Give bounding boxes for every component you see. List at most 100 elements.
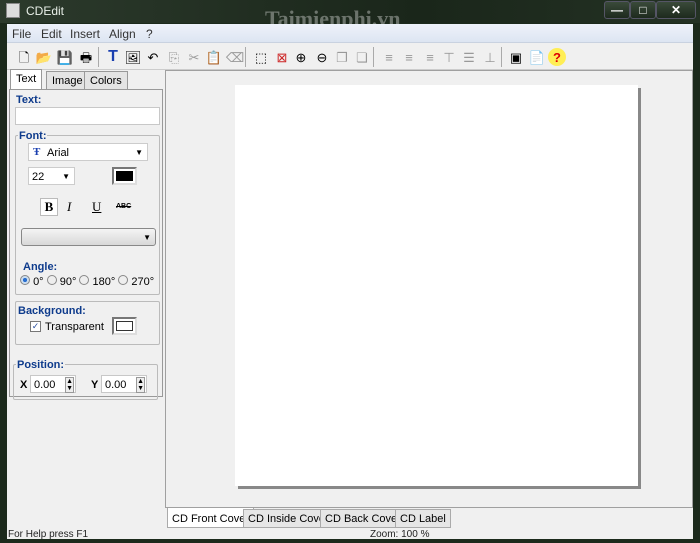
bold-button[interactable]: B bbox=[40, 198, 58, 216]
angle-0-radio[interactable] bbox=[20, 275, 30, 285]
tab-cd-front-cover[interactable]: CD Front Cover bbox=[167, 508, 255, 528]
menu-insert[interactable]: Insert bbox=[70, 27, 100, 41]
angle-180-label: 180° bbox=[92, 276, 116, 288]
font-name-value: Arial bbox=[47, 147, 70, 159]
x-position-input[interactable]: 0.00 ▲ ▼ bbox=[30, 375, 76, 393]
strikethrough-button[interactable]: ABC bbox=[116, 203, 131, 210]
image-properties-icon[interactable]: ▣ bbox=[507, 48, 525, 66]
chevron-down-icon: ▼ bbox=[62, 172, 70, 181]
angle-90-label: 90° bbox=[59, 276, 77, 288]
x-value: 0.00 bbox=[34, 379, 56, 391]
position-label: Position: bbox=[16, 359, 66, 371]
close-button[interactable]: ✕ bbox=[656, 1, 696, 19]
align-right-icon[interactable]: ≡ bbox=[421, 48, 439, 66]
angle-radio-group: 0° 90° 180° 270° bbox=[20, 275, 154, 288]
x-label: X bbox=[20, 379, 28, 391]
tab-cd-back-cover[interactable]: CD Back Cover bbox=[320, 509, 406, 528]
tab-colors[interactable]: Colors bbox=[84, 71, 128, 89]
undo-icon[interactable]: ↶ bbox=[144, 48, 162, 66]
transparent-label: Transparent bbox=[45, 321, 104, 333]
effect-dropdown[interactable]: ▼ bbox=[21, 228, 156, 246]
italic-button[interactable]: I bbox=[67, 199, 71, 215]
angle-label: Angle: bbox=[23, 261, 58, 273]
y-position-input[interactable]: 0.00 ▲ ▼ bbox=[101, 375, 147, 393]
menu-bar: File Edit Insert Align ? bbox=[7, 24, 693, 43]
background-color-button[interactable] bbox=[112, 317, 137, 335]
toolbar: 🗋 📂 💾 🖶 T 🖼 ↶ ⎘ ✂ 📋 ⌫ ⬚ ⊠ ⊕ ⊖ ❐ ❏ ≡ ≡ ≡ ⊤ ☰ ⊥ ▣ 📄? bbox=[7, 44, 693, 70]
send-back-icon[interactable]: ❏ bbox=[353, 48, 371, 66]
angle-270-label: 270° bbox=[131, 276, 155, 288]
eraser-icon[interactable]: ⌫ bbox=[226, 48, 244, 66]
underline-button[interactable]: U bbox=[92, 199, 101, 215]
font-label: Font: bbox=[18, 130, 48, 142]
save-icon[interactable]: 💾 bbox=[56, 48, 74, 66]
insert-text-icon[interactable]: T bbox=[104, 48, 122, 66]
menu-align[interactable]: Align bbox=[109, 27, 136, 41]
maximize-button[interactable]: □ bbox=[630, 1, 656, 19]
font-name-dropdown[interactable]: Ŧ Arial ▼ bbox=[28, 143, 148, 161]
x-spinner[interactable]: ▲ ▼ bbox=[65, 377, 74, 393]
toolbar-separator bbox=[245, 47, 246, 67]
status-zoom: Zoom: 100 % bbox=[370, 529, 430, 540]
position-group: Position: X 0.00 ▲ ▼ Y 0.00 ▲ ▼ bbox=[13, 359, 158, 400]
window-title: CDEdit bbox=[26, 4, 65, 18]
client-area: File Edit Insert Align ? 🗋 📂 💾 🖶 T 🖼 ↶ ⎘ ✂ 📋 ⌫ ⬚ ⊠ ⊕ ⊖… bbox=[7, 24, 693, 540]
align-bottom-icon[interactable]: ⊥ bbox=[481, 48, 499, 66]
chevron-down-icon: ▼ bbox=[143, 233, 151, 242]
tab-image[interactable]: Image bbox=[46, 71, 89, 89]
align-middle-icon[interactable]: ☰ bbox=[460, 48, 478, 66]
canvas-area bbox=[165, 70, 693, 508]
menu-help[interactable]: ? bbox=[146, 27, 153, 41]
cut-icon[interactable]: ✂ bbox=[185, 48, 203, 66]
title-bar: CDEdit Taimienphi.vn — □ ✕ bbox=[0, 0, 700, 31]
minimize-button[interactable]: — bbox=[604, 1, 630, 19]
status-bar: For Help press F1 Zoom: 100 % bbox=[7, 528, 693, 540]
font-color-button[interactable] bbox=[112, 167, 137, 185]
transparent-checkbox[interactable]: ✓ bbox=[30, 321, 41, 332]
open-icon[interactable]: 📂 bbox=[35, 48, 53, 66]
cover-page[interactable] bbox=[235, 85, 638, 486]
align-top-icon[interactable]: ⊤ bbox=[440, 48, 458, 66]
truetype-icon: Ŧ bbox=[33, 146, 41, 158]
angle-180-radio[interactable] bbox=[79, 275, 90, 285]
background-color-swatch bbox=[116, 321, 133, 331]
angle-270-radio[interactable] bbox=[118, 275, 129, 285]
tab-cd-label[interactable]: CD Label bbox=[395, 509, 451, 528]
angle-0-label: 0° bbox=[33, 276, 44, 288]
insert-image-icon[interactable]: 🖼 bbox=[124, 48, 142, 66]
font-color-swatch bbox=[116, 171, 133, 181]
bring-front-icon[interactable]: ❐ bbox=[333, 48, 351, 66]
status-help: For Help press F1 bbox=[8, 529, 89, 540]
properties-panel: Text Image Colors Text: Font: Ŧ Arial ▼ … bbox=[8, 69, 164, 529]
chevron-down-icon: ▼ bbox=[135, 148, 143, 157]
paste-icon[interactable]: 📋 bbox=[205, 48, 223, 66]
text-input[interactable] bbox=[15, 107, 160, 125]
tab-text[interactable]: Text bbox=[10, 69, 43, 89]
y-label: Y bbox=[91, 379, 99, 391]
help-icon[interactable]: ? bbox=[548, 48, 566, 66]
toolbar-separator bbox=[98, 47, 99, 67]
toolbar-separator bbox=[373, 47, 374, 67]
toolbar-separator bbox=[501, 47, 502, 67]
zoom-in-icon[interactable]: ⊕ bbox=[292, 48, 310, 66]
y-spinner[interactable]: ▲ ▼ bbox=[136, 377, 145, 393]
wizard-icon[interactable]: 📄 bbox=[528, 48, 546, 66]
font-group: Font: Ŧ Arial ▼ 22 ▼ B I U ABC ▼ Angle: … bbox=[15, 130, 160, 295]
background-label: Background: bbox=[18, 305, 86, 317]
copy-icon[interactable]: ⎘ bbox=[165, 48, 183, 66]
font-size-dropdown[interactable]: 22 ▼ bbox=[28, 167, 75, 185]
zoom-out-icon[interactable]: ⊖ bbox=[313, 48, 331, 66]
delete-selection-icon[interactable]: ⊠ bbox=[273, 48, 291, 66]
print-icon[interactable]: 🖶 bbox=[77, 48, 95, 66]
select-icon[interactable]: ⬚ bbox=[252, 48, 270, 66]
angle-90-radio[interactable] bbox=[46, 275, 57, 285]
menu-file[interactable]: File bbox=[12, 27, 31, 41]
align-center-icon[interactable]: ≡ bbox=[400, 48, 418, 66]
app-icon bbox=[6, 3, 20, 18]
y-value: 0.00 bbox=[105, 379, 127, 391]
menu-edit[interactable]: Edit bbox=[41, 27, 62, 41]
text-label: Text: bbox=[16, 94, 42, 106]
text-tab-body: Text: Font: Ŧ Arial ▼ 22 ▼ B I U ABC ▼ A… bbox=[9, 89, 163, 397]
align-left-icon[interactable]: ≡ bbox=[380, 48, 398, 66]
new-icon[interactable]: 🗋 bbox=[15, 48, 33, 66]
